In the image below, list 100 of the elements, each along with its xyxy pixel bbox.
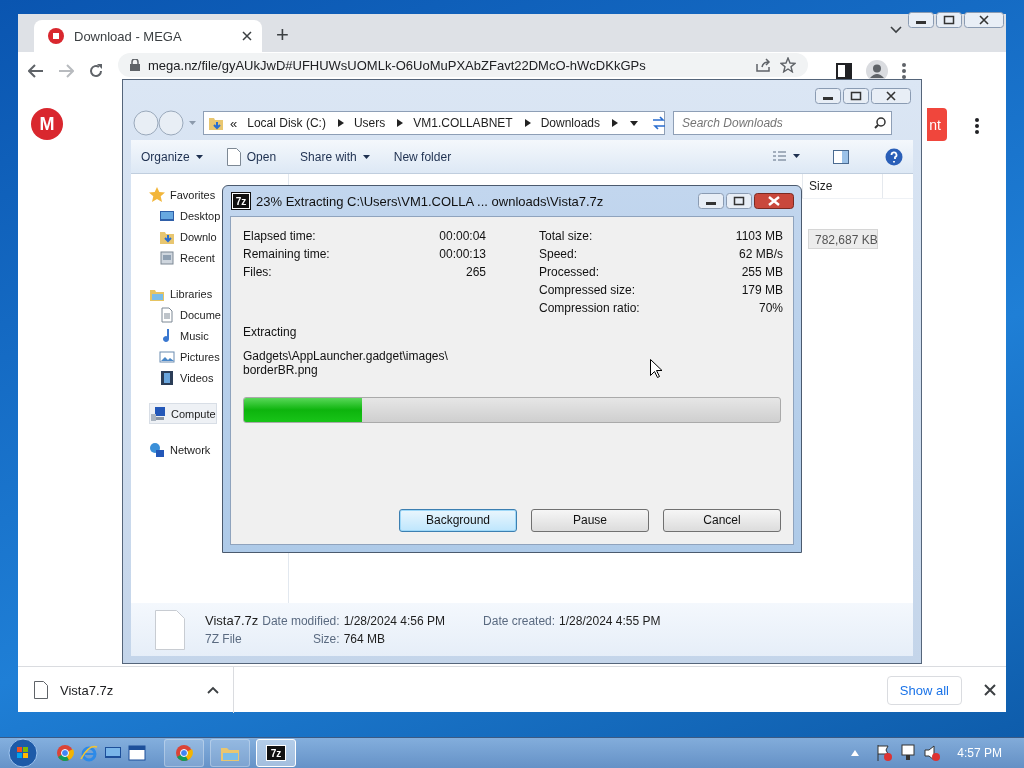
file-icon [34, 681, 48, 699]
stat-label: Compressed size: [539, 283, 636, 297]
reload-icon[interactable] [88, 63, 104, 79]
mega-logo: M [31, 108, 63, 140]
clock: 4:57 PM [957, 746, 1002, 760]
file-path: Gadgets\AppLauncher.gadget\images\ [243, 349, 448, 363]
stat-value: 70% [758, 301, 783, 315]
folder-icon [208, 115, 224, 131]
chevron-down-icon [195, 154, 203, 159]
nav-item[interactable]: Videos [159, 367, 214, 388]
back-icon[interactable] [28, 64, 44, 78]
breadcrumb-item[interactable]: Local Disk (C:) [247, 116, 326, 130]
new-tab-button[interactable]: + [276, 22, 289, 48]
show-all-button[interactable]: Show all [886, 675, 962, 705]
share-icon[interactable] [756, 58, 772, 72]
flag-icon[interactable] [875, 744, 894, 762]
star-icon[interactable] [780, 57, 796, 73]
refresh-icon[interactable] [650, 115, 668, 131]
search-icon[interactable] [874, 117, 886, 129]
close-icon[interactable] [242, 31, 252, 41]
table-cell: 782,687 KB [808, 229, 878, 249]
field-value: 764 MB [343, 632, 386, 646]
toolbar-button[interactable]: Organize [141, 149, 203, 164]
app-icon: 7z [266, 745, 286, 761]
side-panel-icon[interactable] [836, 63, 852, 79]
nav-item[interactable]: Desktop [159, 205, 221, 226]
star-icon [149, 186, 165, 203]
close-icon[interactable] [871, 88, 911, 104]
stat-value: 1103 MB [735, 229, 783, 243]
taskbar-button[interactable] [164, 739, 204, 767]
window-title: 23% Extracting C:\Users\VM1.COLLA ... ownloads\Vista7.7z [256, 193, 605, 209]
minimize-icon[interactable] [815, 88, 841, 104]
chevron-down-icon[interactable] [890, 26, 902, 34]
document-icon [159, 306, 175, 323]
minimize-icon[interactable] [908, 12, 934, 28]
nav-item[interactable]: Music [159, 325, 209, 346]
close-icon[interactable] [964, 12, 1004, 28]
stat-value: 00:00:13 [439, 247, 486, 261]
help-icon[interactable] [885, 147, 903, 166]
chevron-up-icon[interactable] [207, 686, 219, 694]
field-label: Size: [311, 632, 340, 646]
stat-label: Processed: [539, 265, 600, 279]
recent-icon [159, 249, 175, 266]
menu-icon[interactable] [902, 63, 906, 79]
field-label: Date modified: [262, 614, 340, 628]
url-text: mega.nz/file/gyAUkJwD#UFHUWsUOMLk-O6UoMuPXAbZFavt22DMcO-hWcDKkGPs [148, 57, 647, 73]
nav-item[interactable]: Network [149, 439, 211, 460]
close-icon[interactable] [754, 193, 794, 209]
field-value: 1/28/2024 4:55 PM [559, 614, 661, 628]
action-button[interactable]: nt [927, 108, 947, 141]
view-icon[interactable] [773, 150, 801, 163]
maximize-icon[interactable] [936, 12, 962, 28]
computer-icon [150, 405, 166, 422]
nav-item[interactable]: Pictures [159, 346, 220, 367]
download-item[interactable]: Vista7.7z [34, 667, 234, 713]
network-icon[interactable] [899, 744, 918, 762]
address-bar[interactable]: mega.nz/file/gyAUkJwD#UFHUWsUOMLk-O6UoMuPXAbZFavt22DMcO-hWcDKkGPs [118, 53, 808, 77]
maximize-icon[interactable] [843, 88, 869, 104]
close-icon[interactable] [984, 684, 996, 696]
nav-item[interactable]: Docume [159, 304, 221, 325]
breadcrumb-item[interactable]: Downloads [540, 116, 600, 130]
address-bar[interactable]: « Local Disk (C:) Users VM1.COLLABNET Downloads [203, 111, 665, 135]
nav-item[interactable]: Favorites [149, 184, 216, 205]
dialog-button[interactable]: Background [399, 509, 517, 532]
nav-item[interactable]: Compute [149, 403, 217, 424]
search-field[interactable]: Search Downloads [673, 111, 892, 135]
tray-arrow-icon[interactable] [851, 750, 860, 756]
browser-tab[interactable]: Download - MEGA [34, 20, 262, 52]
preview-pane-icon[interactable] [833, 149, 849, 164]
arrow-right-icon[interactable] [524, 119, 531, 127]
start-orb-icon[interactable] [8, 738, 38, 768]
breadcrumb-item[interactable]: Users [353, 116, 386, 130]
arrow-right-icon[interactable] [397, 119, 404, 127]
volume-icon[interactable] [923, 744, 942, 762]
field-value: 1/28/2024 4:56 PM [343, 614, 446, 628]
dialog-button[interactable]: Cancel [663, 509, 781, 532]
nav-item[interactable]: Libraries [149, 283, 213, 304]
breadcrumb-chevron: « [230, 115, 238, 131]
file-name: Vista7.7z [205, 613, 259, 628]
toolbar-button[interactable]: Open [226, 147, 277, 166]
maximize-icon[interactable] [726, 193, 752, 209]
desktop-icon[interactable] [104, 745, 122, 761]
file-type: 7Z File [205, 632, 243, 646]
arrow-right-icon[interactable] [612, 119, 618, 127]
taskbar-button[interactable]: 7z [256, 739, 296, 767]
document-icon [226, 147, 241, 166]
toolbar-button[interactable]: New folder [393, 149, 452, 164]
window-icon[interactable] [128, 745, 146, 761]
chrome-icon[interactable] [56, 744, 74, 762]
chevron-down-icon[interactable] [630, 120, 638, 126]
nav-item[interactable]: Recent [159, 247, 215, 268]
breadcrumb-item[interactable]: VM1.COLLABNET [413, 116, 513, 130]
menu-icon[interactable] [975, 118, 979, 134]
minimize-icon[interactable] [698, 193, 724, 209]
arrow-right-icon[interactable] [337, 119, 344, 127]
favicon-icon [48, 28, 64, 44]
stat-label: Elapsed time: [243, 229, 316, 243]
nav-item[interactable]: Downlo [159, 226, 217, 247]
toolbar-button[interactable]: Share with [300, 149, 370, 164]
dialog-button[interactable]: Pause [531, 509, 649, 532]
